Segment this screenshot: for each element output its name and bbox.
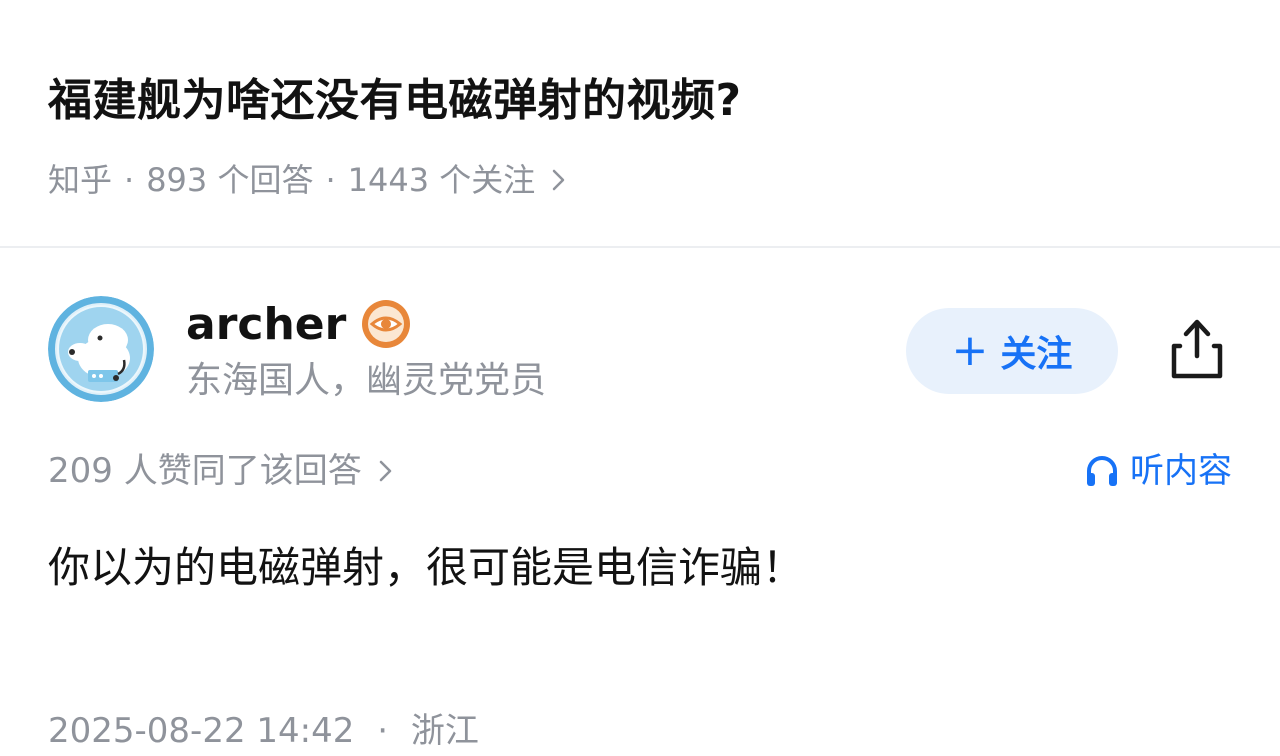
post-location: 浙江	[410, 711, 479, 751]
follow-label: 关注	[1000, 334, 1073, 375]
vote-count: 209 人赞同了该回答	[48, 451, 362, 491]
answer-stats-row: 209 人赞同了该回答 听内容	[48, 446, 1232, 496]
answer-footer: 2025-08-22 14:42 · 浙江	[48, 706, 479, 756]
author-bio: 东海国人，幽灵党党员	[186, 360, 547, 401]
listen-label: 听内容	[1130, 451, 1232, 491]
author-name-row: archer	[186, 296, 412, 352]
section-divider	[0, 246, 1280, 248]
meta-separator: ·	[377, 711, 389, 751]
chevron-right-icon	[379, 460, 391, 482]
post-date: 2025-08-22 14:42	[48, 711, 355, 751]
question-title[interactable]: 福建舰为啥还没有电磁弹射的视频?	[48, 66, 1228, 136]
avatar-image	[48, 296, 154, 402]
plus-icon: +	[951, 325, 989, 376]
listen-button[interactable]: 听内容	[1084, 446, 1232, 496]
answer-count: 893 个回答	[146, 161, 314, 199]
share-icon[interactable]	[1166, 316, 1228, 382]
follow-button[interactable]: + 关注	[906, 308, 1118, 394]
meta-separator: ·	[325, 161, 336, 199]
source-label: 知乎	[48, 161, 113, 199]
vote-summary[interactable]: 209 人赞同了该回答	[48, 446, 396, 496]
answer-content: 你以为的电磁弹射，很可能是电信诈骗！	[48, 543, 805, 592]
author-card: archer 东海国人，幽灵党党员 + 关注	[48, 296, 1232, 406]
author-name[interactable]: archer	[186, 299, 346, 350]
follower-count: 1443 个关注	[347, 161, 536, 199]
eye-badge-icon[interactable]	[360, 298, 412, 350]
avatar[interactable]	[48, 296, 154, 402]
meta-separator: ·	[124, 161, 135, 199]
question-meta[interactable]: 知乎 · 893 个回答 · 1443 个关注	[48, 158, 1228, 202]
question-header: 福建舰为啥还没有电磁弹射的视频? 知乎 · 893 个回答 · 1443 个关注	[48, 66, 1228, 202]
headphones-icon	[1087, 456, 1117, 486]
chevron-right-icon	[553, 169, 565, 191]
